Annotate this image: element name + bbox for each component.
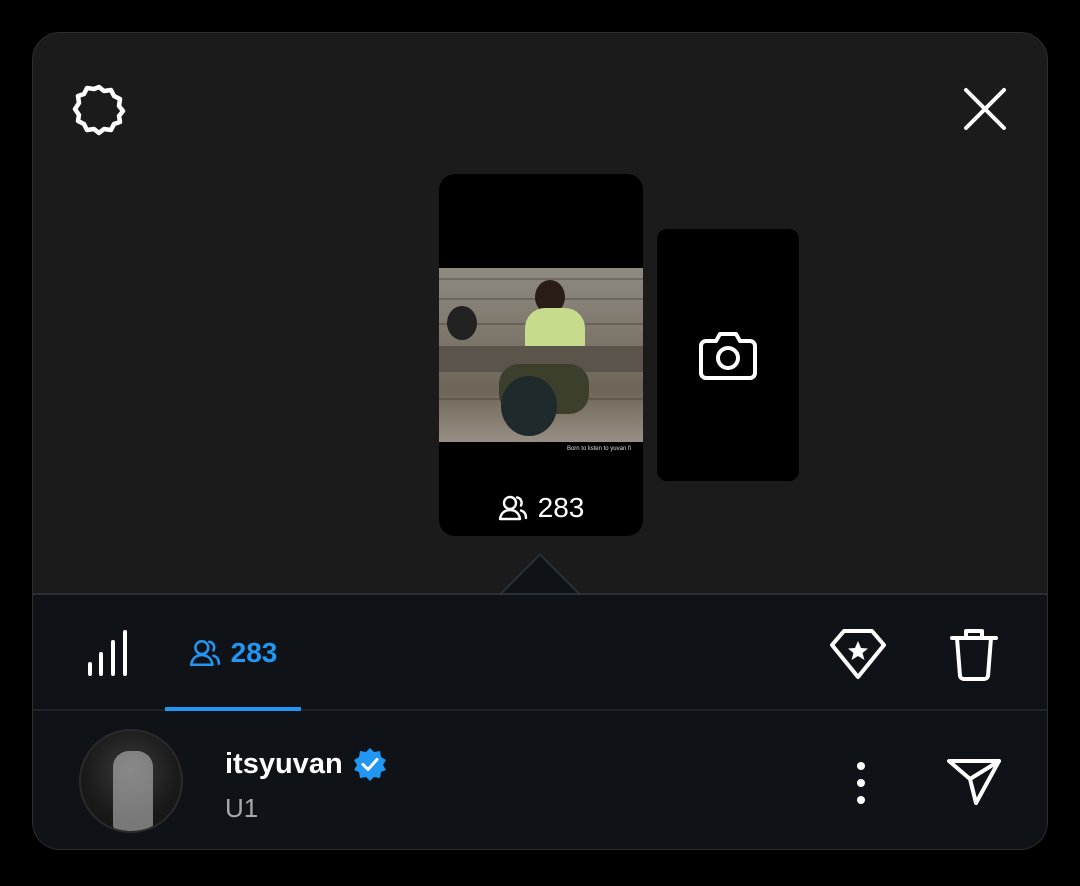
story-viewer-count-text: 283 [537, 492, 585, 523]
delete-button[interactable] [943, 623, 1005, 685]
tab-viewers[interactable]: 283 [165, 595, 301, 711]
more-vertical-icon [857, 762, 865, 804]
story-details-sheet: 283 itsyuvan U1 [33, 593, 1047, 849]
tab-insights[interactable] [83, 625, 133, 679]
story-caption: Born to listen to yuvan fi [566, 446, 631, 452]
viewer-username[interactable]: itsyuvan [225, 748, 343, 781]
story-photo [439, 268, 643, 442]
tabs-row: 283 [33, 595, 1047, 711]
story-viewer-count: 283 [439, 492, 643, 524]
trash-icon [950, 629, 998, 681]
highlight-button[interactable] [827, 623, 889, 685]
verified-badge-icon [353, 748, 386, 781]
viewers-icon [189, 639, 220, 667]
viewer-name-line: itsyuvan [225, 747, 387, 781]
viewer-row[interactable]: itsyuvan U1 [33, 711, 1047, 849]
more-options-button[interactable] [841, 755, 881, 811]
bar-chart-icon [88, 630, 127, 676]
viewers-icon [498, 495, 527, 521]
gear-icon [72, 84, 126, 136]
close-button[interactable] [955, 79, 1015, 139]
viewer-subtitle: U1 [225, 793, 259, 823]
send-icon [947, 759, 1001, 805]
story-viewer-panel: Born to listen to yuvan fi 283 283 itsyu… [32, 32, 1048, 850]
avatar[interactable] [79, 729, 183, 833]
settings-button[interactable] [69, 79, 129, 139]
story-thumbnail[interactable]: Born to listen to yuvan fi 283 [439, 174, 643, 536]
send-message-button[interactable] [943, 751, 1005, 813]
close-icon [964, 88, 1006, 130]
story-preview-area: Born to listen to yuvan fi 283 [33, 33, 1047, 593]
add-story-button[interactable] [657, 229, 799, 481]
highlight-icon [830, 629, 886, 679]
camera-icon [699, 332, 757, 380]
tab-viewers-count: 283 [230, 637, 278, 668]
